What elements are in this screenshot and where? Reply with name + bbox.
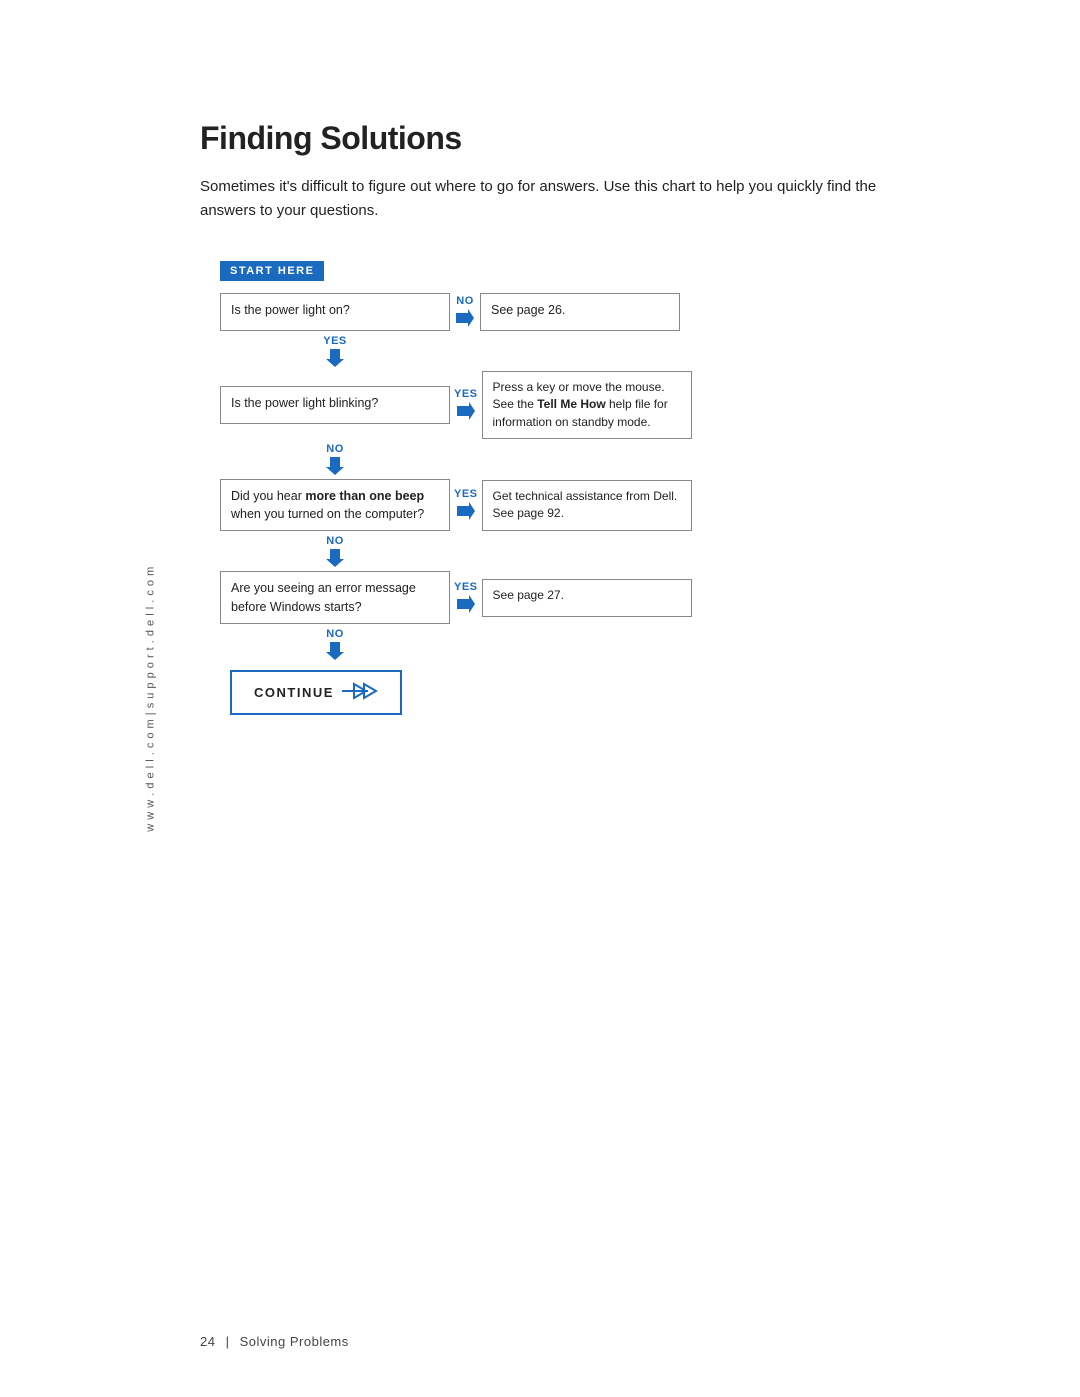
arrow-right-icon-4: [455, 593, 477, 615]
no-down-3: NO: [220, 535, 450, 567]
answer-box-1: See page 26.: [480, 293, 680, 331]
yes-label-4: YES: [454, 581, 478, 593]
continue-arrow-icon: [342, 680, 378, 705]
no-down-2: NO: [220, 443, 450, 475]
flow-row-1: Is the power light on? NO See page 26.: [220, 293, 840, 331]
yes-down-1: YES: [220, 335, 450, 367]
arrow-down-icon-2: [324, 455, 346, 475]
flowchart: START HERE Is the power light on? NO See…: [220, 261, 840, 715]
question-box-4: Are you seeing an error message before W…: [220, 571, 450, 623]
no-label-1: NO: [456, 295, 474, 307]
arrow-right-icon-1: [454, 307, 476, 329]
question-box-3: Did you hear more than one beep when you…: [220, 479, 450, 531]
page-title: Finding Solutions: [200, 120, 980, 157]
continue-button[interactable]: CONTINUE: [230, 670, 402, 715]
question-box-2: Is the power light blinking?: [220, 386, 450, 424]
no-down-4: NO: [220, 628, 450, 660]
arrow-right-icon-3: [455, 500, 477, 522]
footer-separator: |: [226, 1334, 230, 1349]
intro-text: Sometimes it's difficult to figure out w…: [200, 175, 880, 223]
question-box-1: Is the power light on?: [220, 293, 450, 331]
main-content: Finding Solutions Sometimes it's difficu…: [200, 120, 980, 715]
arrow-down-icon-1: [324, 347, 346, 367]
footer-page-num: 24: [200, 1334, 215, 1349]
flow-row-2: Is the power light blinking? YES Press a…: [220, 371, 840, 439]
footer-section: Solving Problems: [240, 1334, 349, 1349]
start-here-label: START HERE: [220, 261, 324, 281]
arrow-right-icon-2: [455, 400, 477, 422]
answer-box-2: Press a key or move the mouse. See the T…: [482, 371, 692, 439]
yes-label-2: YES: [454, 388, 478, 400]
footer: 24 | Solving Problems: [200, 1334, 349, 1349]
side-watermark: w w w . d e l l . c o m | s u p p o r t …: [145, 566, 157, 831]
arrow-down-icon-3: [324, 547, 346, 567]
arrow-down-icon-4: [324, 640, 346, 660]
answer-box-3: Get technical assistance from Dell. See …: [482, 480, 692, 531]
answer-box-4: See page 27.: [482, 579, 692, 617]
continue-label: CONTINUE: [254, 685, 334, 700]
flow-row-4: Are you seeing an error message before W…: [220, 571, 840, 623]
flow-row-3: Did you hear more than one beep when you…: [220, 479, 840, 531]
yes-label-3: YES: [454, 488, 478, 500]
